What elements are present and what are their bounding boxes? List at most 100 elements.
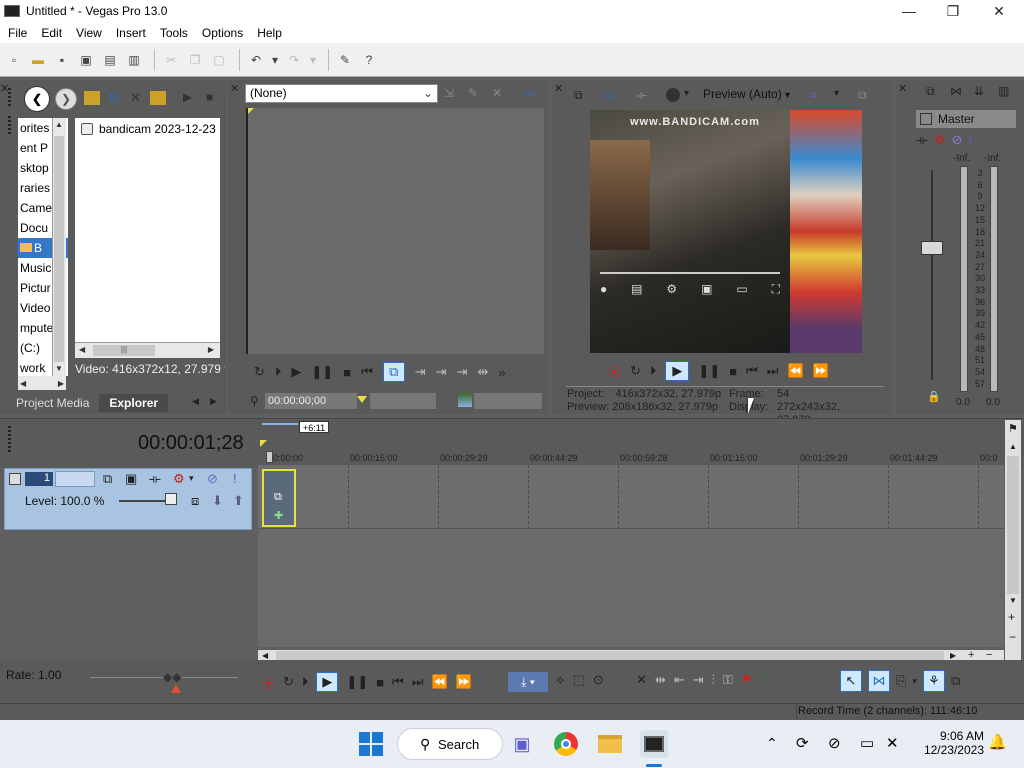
loop-region-icon[interactable]: ⇹ xyxy=(477,364,488,380)
ripple-edit-icon[interactable]: ⎘ xyxy=(896,670,906,692)
record-icon[interactable]: ⦿ xyxy=(262,673,275,692)
pause-icon[interactable]: ❚❚ xyxy=(698,363,720,379)
cut-icon[interactable]: ✂ xyxy=(161,50,181,70)
add-fit-icon[interactable]: ⇥ xyxy=(457,364,468,380)
more-icon[interactable]: » xyxy=(498,365,505,380)
chevron-up-icon[interactable]: ⌃ xyxy=(766,735,778,752)
tab-project-media[interactable]: Project Media xyxy=(6,394,99,412)
timeline-tracks[interactable]: ⧉ ✚ xyxy=(258,465,1004,647)
menu-tools[interactable]: Tools xyxy=(160,26,188,40)
add-insert-icon[interactable]: ⇥ xyxy=(415,364,426,380)
stop-icon[interactable]: ■ xyxy=(376,675,384,690)
display-icon[interactable]: ▭ xyxy=(524,86,535,100)
file-explorer-icon[interactable] xyxy=(596,730,624,758)
delete-icon[interactable]: ✕ xyxy=(130,90,146,106)
external-monitor-icon[interactable]: ▭ xyxy=(604,88,615,102)
edit-tool-icon[interactable]: ✎ xyxy=(335,50,355,70)
maximize-button[interactable]: ❐ xyxy=(930,0,976,22)
ignore-grouping-icon[interactable]: ⧉ xyxy=(951,670,960,692)
tree-hscrollbar[interactable]: ◀ ▶ xyxy=(18,376,66,390)
refresh-icon[interactable]: ↻ xyxy=(108,90,124,106)
playhead-handle[interactable] xyxy=(266,451,273,463)
delete-icon[interactable]: ✕ xyxy=(636,672,647,688)
play-icon[interactable]: ▶ xyxy=(316,672,339,692)
close-icon[interactable]: ✕ xyxy=(0,82,9,96)
play-from-start-icon[interactable]: ⏵ xyxy=(302,674,309,690)
make-compositing-child-icon[interactable]: ⧈ xyxy=(191,493,199,509)
tab-explorer[interactable]: Explorer xyxy=(99,394,169,412)
menu-file[interactable]: File xyxy=(8,26,27,40)
fx-icon[interactable]: ⟛ xyxy=(636,88,647,103)
trimmer-mode-icon[interactable]: ⧉ xyxy=(382,362,405,382)
downmix-icon[interactable]: ⋈ xyxy=(950,84,962,98)
scrollbar-thumb[interactable] xyxy=(1007,456,1019,594)
scroll-left-icon[interactable]: ◀ xyxy=(262,651,268,660)
scroll-left-icon[interactable]: ◀ xyxy=(20,379,26,388)
start-button[interactable] xyxy=(357,730,385,758)
overlays-icon[interactable]: ⌗ xyxy=(810,88,817,103)
scroll-up-icon[interactable]: ▲ xyxy=(55,120,63,129)
selection-tool-icon[interactable]: ⬚ xyxy=(573,672,585,688)
record-icon[interactable]: ⦿ xyxy=(608,362,621,381)
go-to-start-icon[interactable]: ⏮ xyxy=(746,363,758,379)
scroll-up-icon[interactable]: ▲ xyxy=(1009,442,1017,451)
track-motion-icon[interactable]: ⧉ xyxy=(103,471,112,487)
chevron-down-icon[interactable]: ▾ xyxy=(684,88,689,99)
track-level-handle[interactable] xyxy=(165,493,177,505)
compositing-mode-icon[interactable]: ▣ xyxy=(125,471,137,487)
dim-output-icon[interactable]: ⇊ xyxy=(974,84,984,98)
master-fx-gear-icon[interactable]: ⚙ xyxy=(934,132,946,148)
auto-crossfade-icon[interactable]: ⋈ xyxy=(868,670,890,692)
chevron-down-icon[interactable]: ▾ xyxy=(834,88,839,99)
track-minimize-icon[interactable] xyxy=(9,473,21,485)
split-screen-icon[interactable] xyxy=(666,88,680,102)
file-hscrollbar[interactable]: ◀ ||| ▶ xyxy=(75,342,220,358)
track-fx-icon[interactable]: ⟛ xyxy=(149,471,161,487)
open-icon[interactable]: ▬ xyxy=(28,50,48,70)
master-fader-handle[interactable] xyxy=(921,241,943,255)
next-frame-icon[interactable]: ⏩ xyxy=(813,363,829,379)
mute-icon[interactable]: ⊘ xyxy=(951,132,962,148)
envelope-tool-icon[interactable]: ⟡ xyxy=(556,672,565,688)
tree-scrollbar[interactable]: ▲ ▼ xyxy=(52,118,66,376)
snapping-icon[interactable]: ↖ xyxy=(840,670,862,692)
menu-options[interactable]: Options xyxy=(202,26,243,40)
time-ruler[interactable]: 00:00:00 00:00:15:00 00:00:29:29 00:00:4… xyxy=(258,450,1004,466)
normal-edit-tool-icon[interactable]: ⤓ ▾ xyxy=(508,672,548,692)
play-from-start-icon[interactable]: ⏵ xyxy=(275,364,282,380)
panel-grip[interactable] xyxy=(8,426,11,452)
event-pan-crop-icon[interactable]: ⧉ xyxy=(274,491,282,504)
mute-icon[interactable]: ⊘ xyxy=(207,471,218,487)
trim-start-icon[interactable]: ⇤ xyxy=(674,672,685,688)
copy-icon[interactable]: ❐ xyxy=(185,50,205,70)
chrome-icon[interactable] xyxy=(552,730,580,758)
tab-scroll-right-icon[interactable]: ▶ xyxy=(210,396,217,407)
split-icon[interactable]: ⫶ xyxy=(712,672,715,688)
preview-properties-icon[interactable]: ⧉ xyxy=(574,88,583,103)
trim-end-icon[interactable]: ⇥ xyxy=(693,672,704,688)
pause-icon[interactable]: ❚❚ xyxy=(346,674,368,690)
redo-icon[interactable]: ↷ xyxy=(284,50,304,70)
master-properties-icon[interactable]: ⧉ xyxy=(926,84,935,99)
scrollbar-thumb[interactable] xyxy=(54,136,64,362)
new-folder-icon[interactable] xyxy=(150,91,166,105)
panel-grip[interactable] xyxy=(8,116,11,136)
go-to-end-icon[interactable]: ⏭ xyxy=(767,363,779,379)
trim-icon[interactable]: ⇹ xyxy=(655,672,666,688)
lock-envelopes-icon[interactable]: ⚘ xyxy=(922,670,945,692)
properties-icon[interactable]: ▥ xyxy=(124,50,144,70)
menu-edit[interactable]: Edit xyxy=(41,26,62,40)
scroll-right-icon[interactable]: ▶ xyxy=(58,379,64,388)
next-frame-icon[interactable]: ⏩ xyxy=(456,674,472,690)
track-name-field[interactable] xyxy=(55,471,95,487)
stop-icon[interactable]: ■ xyxy=(729,364,737,379)
zoom-in-icon[interactable]: + xyxy=(1008,610,1015,624)
zoom-tool-icon[interactable]: ⊙ xyxy=(593,672,604,688)
play-icon[interactable]: ▶ xyxy=(665,361,690,381)
pin-icon[interactable]: ✎ xyxy=(468,86,478,100)
menu-help[interactable]: Help xyxy=(257,26,282,40)
markers-icon[interactable]: ⚑ xyxy=(1008,422,1018,435)
play-from-start-icon[interactable]: ⏵ xyxy=(650,363,657,379)
go-to-start-icon[interactable]: ⏮ xyxy=(361,364,373,380)
meet-icon[interactable]: ▣ xyxy=(508,730,536,758)
